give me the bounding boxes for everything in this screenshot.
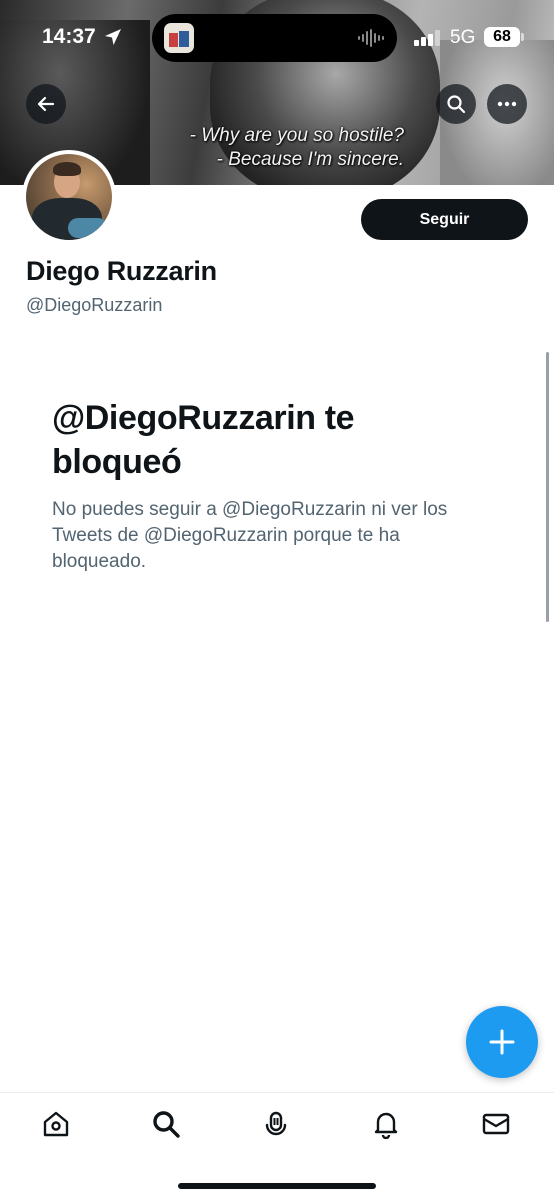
tab-spaces[interactable] xyxy=(259,1107,293,1141)
status-bar: 14:37 5G 68 xyxy=(0,0,554,72)
arrow-left-icon xyxy=(37,96,55,112)
compose-tweet-button[interactable] xyxy=(466,1006,538,1078)
more-dots-icon xyxy=(497,101,517,107)
profile-name: Diego Ruzzarin xyxy=(26,256,217,286)
location-arrow-icon xyxy=(105,29,121,45)
status-time: 14:37 xyxy=(42,25,96,48)
blocked-title: @DiegoRuzzarin te bloqueó xyxy=(52,399,355,481)
search-icon xyxy=(447,95,466,114)
spaces-icon xyxy=(265,1111,287,1136)
battery-level: 68 xyxy=(493,28,511,45)
banner-subtitle: - Why are you so hostile? - Because I'm … xyxy=(190,124,404,172)
more-options-button[interactable] xyxy=(487,84,527,124)
blocked-message: No puedes seguir a @DiegoRuzzarin ni ver… xyxy=(52,499,448,572)
banner-subtitle-line2: - Because I'm sincere. xyxy=(216,149,404,170)
dynamic-island[interactable] xyxy=(152,14,397,62)
bell-icon xyxy=(374,1112,398,1139)
follow-button[interactable]: Seguir xyxy=(361,199,528,240)
tab-home[interactable] xyxy=(39,1107,73,1141)
search-icon xyxy=(153,1111,180,1138)
banner-subtitle-line1: - Why are you so hostile? xyxy=(189,125,404,146)
tab-messages[interactable] xyxy=(479,1107,513,1141)
plus-icon xyxy=(489,1029,515,1055)
tab-search[interactable] xyxy=(149,1107,183,1141)
cellular-signal-icon xyxy=(414,30,440,46)
audio-waveform-icon xyxy=(358,29,384,47)
home-indicator[interactable] xyxy=(178,1183,376,1189)
profile-handle: @DiegoRuzzarin xyxy=(26,295,163,315)
battery-icon: 68 xyxy=(484,27,520,47)
mail-icon xyxy=(482,1113,510,1135)
network-type: 5G xyxy=(450,27,476,48)
back-button[interactable] xyxy=(26,84,66,124)
search-button[interactable] xyxy=(436,84,476,124)
avatar[interactable] xyxy=(22,150,116,244)
scrollbar[interactable] xyxy=(546,352,549,622)
tab-notifications[interactable] xyxy=(369,1107,403,1141)
home-icon xyxy=(43,1111,69,1137)
now-playing-artwork xyxy=(164,23,194,53)
avatar-image xyxy=(26,154,112,240)
